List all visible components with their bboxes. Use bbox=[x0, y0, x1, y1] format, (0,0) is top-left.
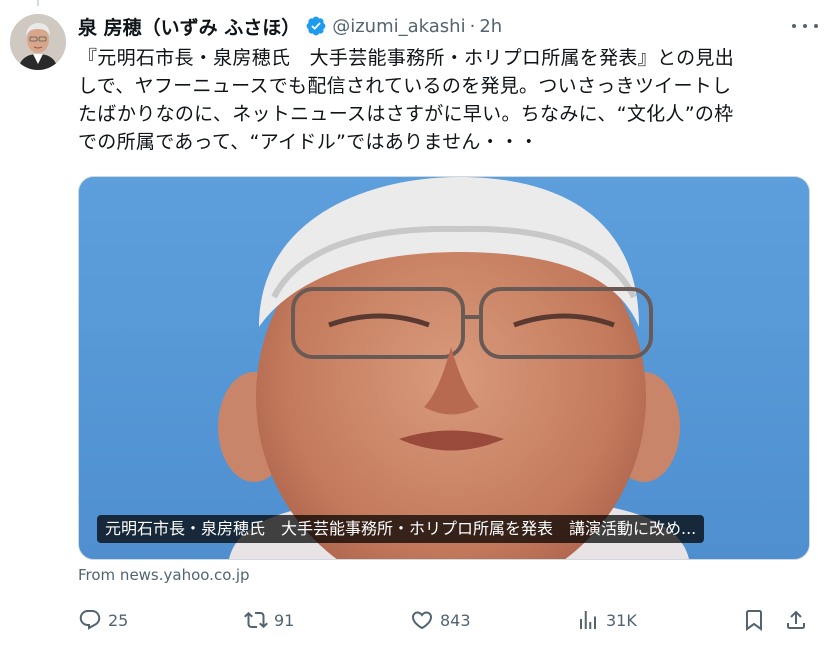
verified-badge-icon[interactable] bbox=[305, 15, 327, 37]
avatar-image bbox=[10, 14, 66, 70]
author-handle[interactable]: @izumi_akashi bbox=[332, 16, 465, 37]
share-button[interactable] bbox=[784, 604, 808, 636]
retweet-count: 91 bbox=[274, 610, 295, 630]
tweet-text-line: での所属であって、“アイドル”ではありません・・・ bbox=[78, 131, 539, 153]
like-button[interactable]: 843 bbox=[410, 604, 471, 636]
bookmark-button[interactable] bbox=[742, 604, 766, 636]
action-bar: 25 91 843 31K bbox=[78, 604, 808, 636]
tweet-text: 『元明石市長・泉房穂氏 大手芸能事務所・ホリプロ所属を発表』との見出 しで、ヤフ… bbox=[78, 44, 818, 156]
retweet-button[interactable]: 91 bbox=[244, 604, 294, 636]
card-source[interactable]: From news.yahoo.co.jp bbox=[78, 566, 250, 584]
author-name[interactable]: 泉 房穂（いずみ ふさほ） bbox=[78, 13, 300, 40]
tweet-timestamp[interactable]: 2h bbox=[479, 16, 502, 37]
tweet-header: 泉 房穂（いずみ ふさほ） @izumi_akashi · 2h bbox=[78, 12, 818, 40]
reply-icon bbox=[79, 610, 101, 630]
card-image bbox=[79, 177, 809, 559]
views-count: 31K bbox=[606, 610, 637, 630]
like-count: 843 bbox=[440, 610, 471, 630]
views-button[interactable]: 31K bbox=[576, 604, 637, 636]
reply-count: 25 bbox=[108, 610, 129, 630]
share-icon bbox=[787, 610, 805, 629]
retweet-icon bbox=[244, 611, 268, 629]
bookmark-icon bbox=[746, 610, 762, 631]
views-icon bbox=[580, 611, 596, 629]
tweet-text-line: しで、ヤフーニュースでも配信されているのを発見。ついさっきツイートし bbox=[78, 75, 732, 97]
author-avatar[interactable] bbox=[10, 14, 66, 70]
heart-icon bbox=[411, 611, 433, 630]
card-title[interactable]: 元明石市長・泉房穂氏 大手芸能事務所・ホリプロ所属を発表 講演活動に改め... bbox=[97, 515, 705, 543]
thread-line bbox=[37, 0, 39, 6]
link-preview-card[interactable]: 元明石市長・泉房穂氏 大手芸能事務所・ホリプロ所属を発表 講演活動に改め... bbox=[78, 176, 810, 560]
reply-button[interactable]: 25 bbox=[78, 604, 128, 636]
tweet-text-line: 『元明石市長・泉房穂氏 大手芸能事務所・ホリプロ所属を発表』との見出 bbox=[78, 47, 735, 69]
tweet-text-line: たばかりなのに、ネットニュースはさすがに早い。ちなみに、“文化人”の枠 bbox=[78, 103, 734, 125]
header-separator: · bbox=[469, 15, 476, 37]
more-options-icon[interactable] bbox=[792, 16, 818, 36]
